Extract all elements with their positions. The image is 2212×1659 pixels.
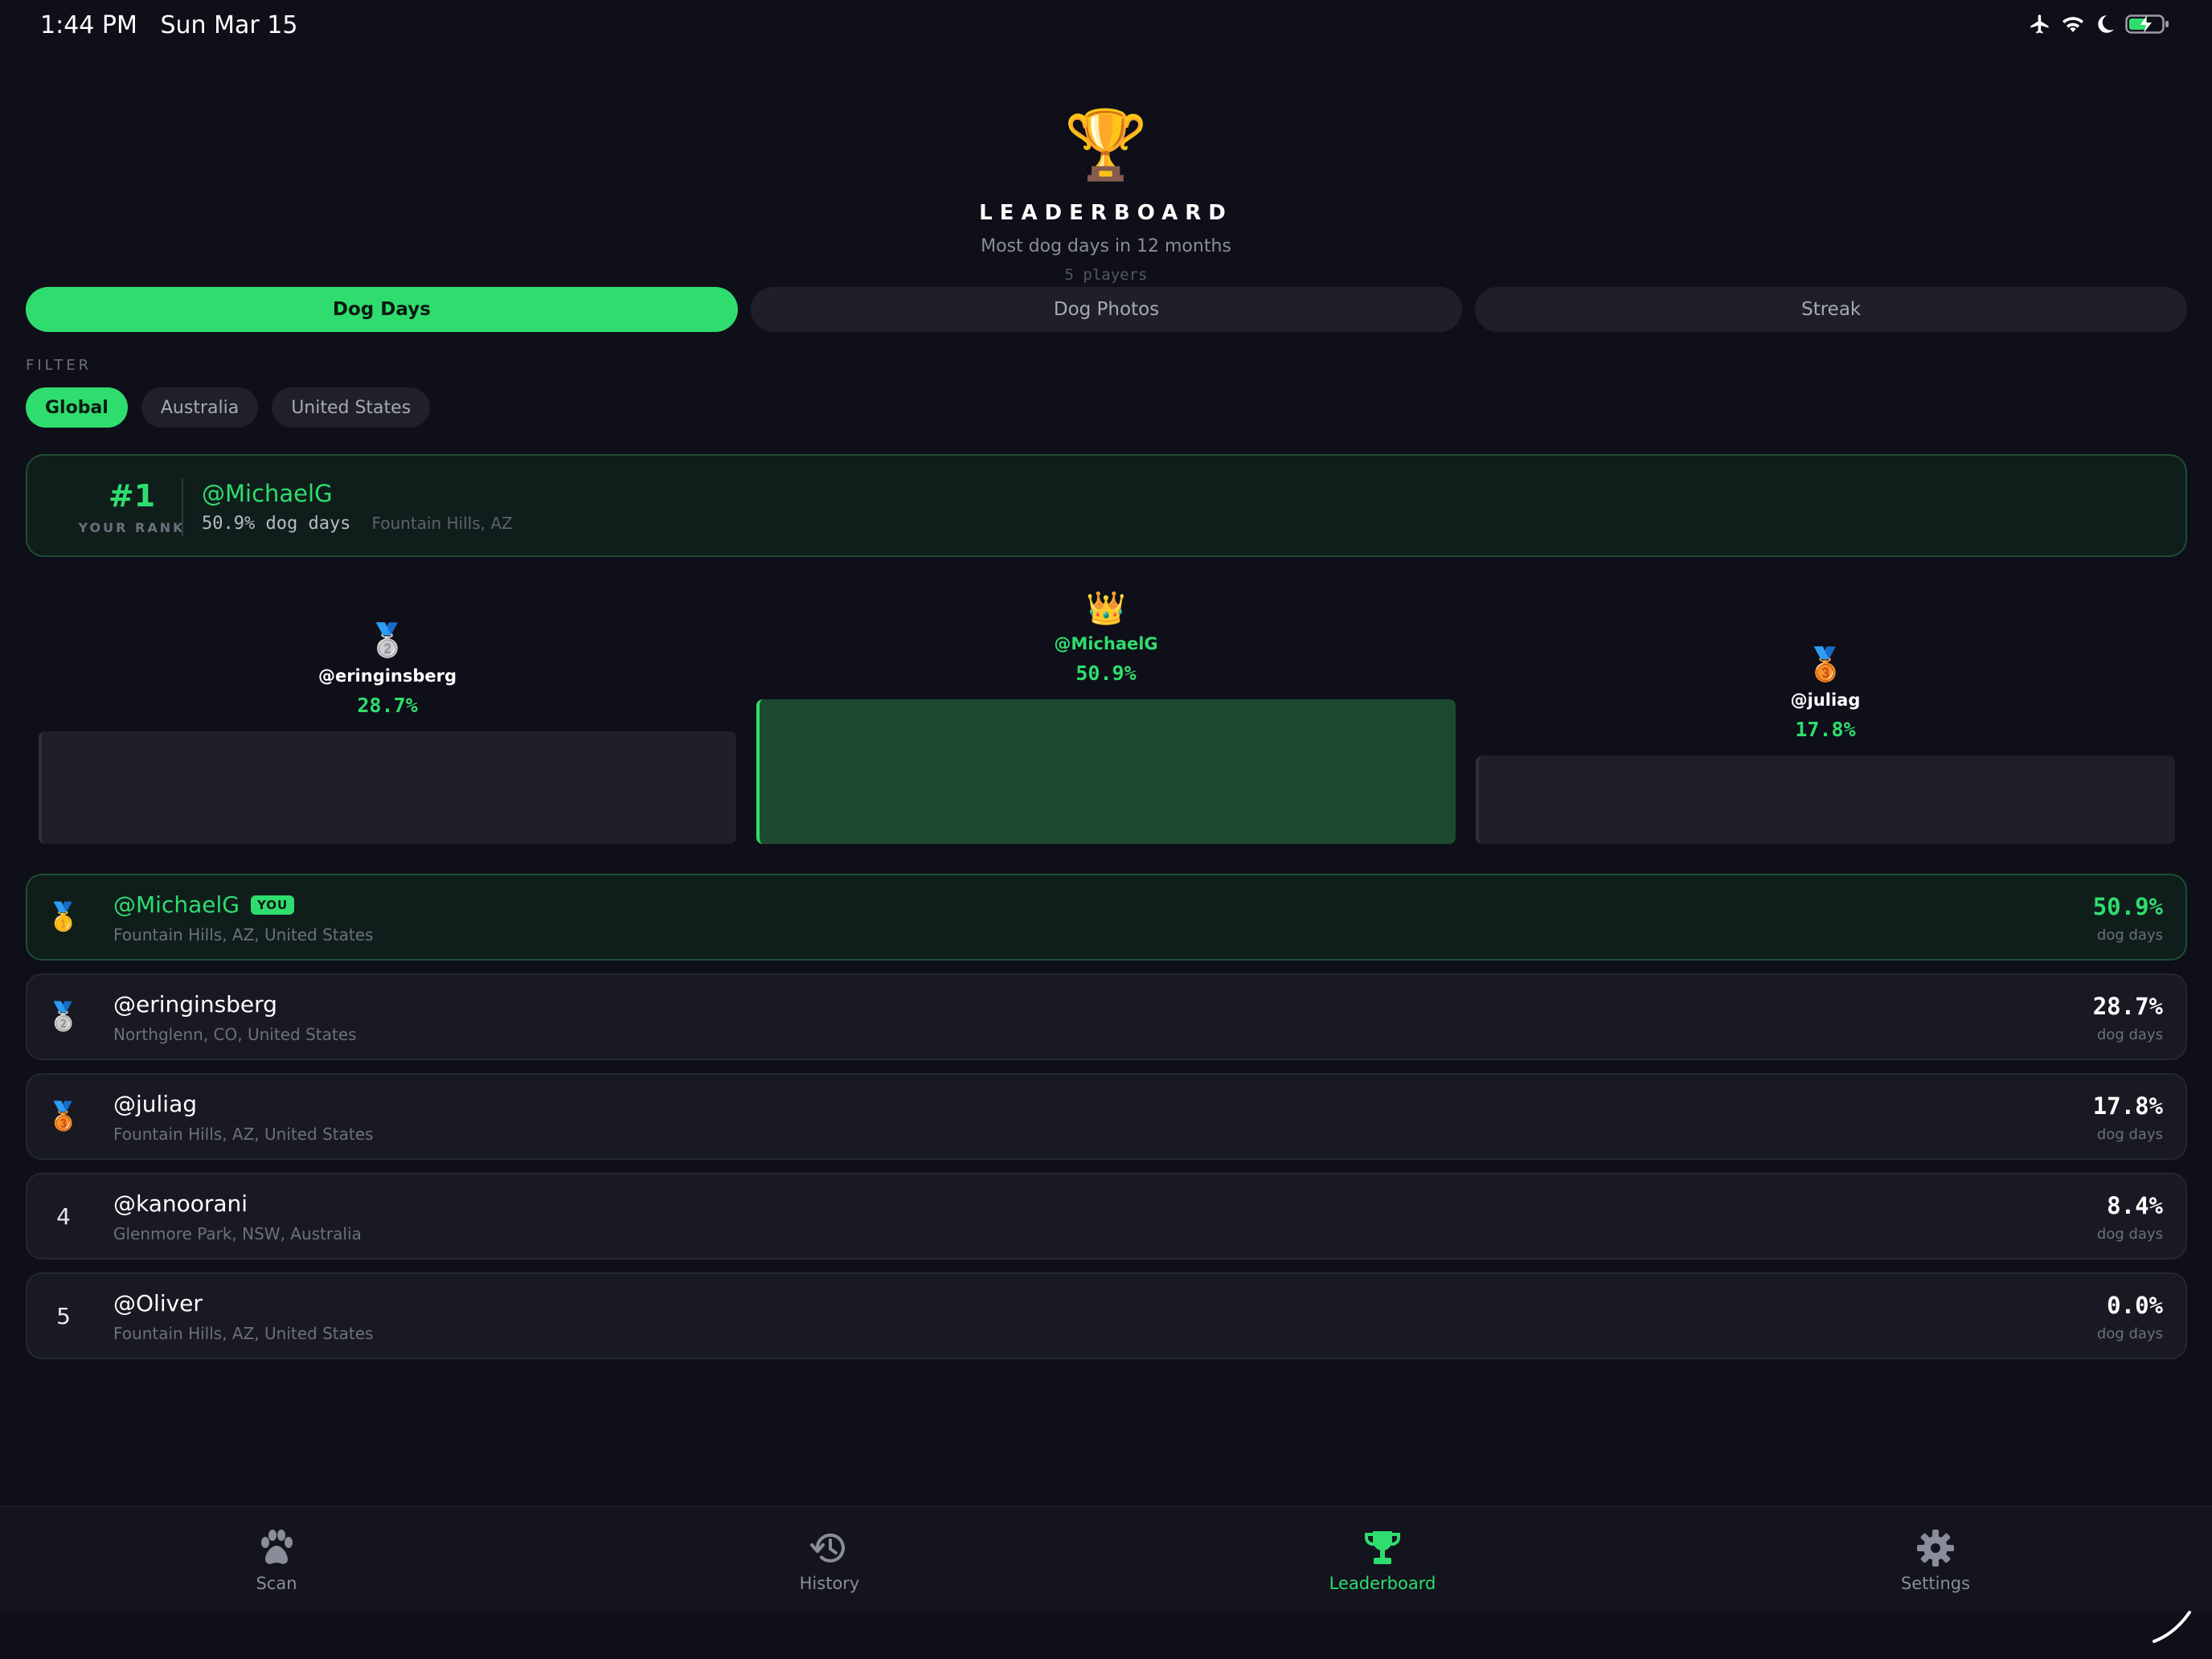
tab-scan[interactable]: Scan bbox=[0, 1507, 553, 1613]
row-value: 0.0% bbox=[2107, 1292, 2163, 1319]
row-location: Fountain Hills, AZ, United States bbox=[113, 1124, 374, 1144]
trophy-icon bbox=[1362, 1527, 1403, 1569]
clock-time: 1:44 PM bbox=[40, 11, 137, 39]
row-value: 50.9% bbox=[2092, 893, 2163, 920]
podium-second[interactable]: 🥈 @eringinsberg 28.7% bbox=[39, 621, 736, 844]
your-rank-card: #1 YOUR RANK @MichaelG 50.9% dog days Fo… bbox=[26, 454, 2187, 557]
trophy-icon: 🏆 bbox=[1063, 105, 1149, 184]
tab-settings[interactable]: Settings bbox=[1659, 1507, 2212, 1613]
podium-bar bbox=[39, 731, 736, 844]
history-icon bbox=[809, 1527, 850, 1569]
tab-label: History bbox=[799, 1574, 860, 1593]
row-location: Fountain Hills, AZ, United States bbox=[113, 925, 374, 944]
tab-dog-days[interactable]: Dog Days bbox=[26, 287, 738, 332]
corner-indicator bbox=[2151, 1609, 2194, 1645]
podium-username: @eringinsberg bbox=[317, 666, 457, 686]
bottom-tab-bar: Scan History Leaderboard Settings bbox=[0, 1505, 2212, 1613]
table-row[interactable]: 4 @kanoorani Glenmore Park, NSW, Austral… bbox=[26, 1173, 2187, 1260]
status-icons bbox=[2029, 13, 2170, 39]
your-rank-meta: 50.9% dog days Fountain Hills, AZ bbox=[202, 514, 513, 534]
row-value: 28.7% bbox=[2092, 993, 2163, 1020]
filter-chip-united-states[interactable]: United States bbox=[272, 387, 431, 428]
row-username: @kanoorani bbox=[113, 1190, 248, 1217]
podium-username: @MichaelG bbox=[1054, 634, 1158, 653]
podium-bar bbox=[756, 699, 1456, 844]
filter-chip-global[interactable]: Global bbox=[26, 387, 128, 428]
ranking-list: 🥇 @MichaelG YOU Fountain Hills, AZ, Unit… bbox=[26, 874, 2187, 1372]
page-title: LEADERBOARD bbox=[979, 201, 1233, 225]
row-location: Fountain Hills, AZ, United States bbox=[113, 1324, 374, 1343]
table-row[interactable]: 5 @Oliver Fountain Hills, AZ, United Sta… bbox=[26, 1272, 2187, 1359]
row-unit: dog days bbox=[2096, 1226, 2163, 1243]
row-location: Northglenn, CO, United States bbox=[113, 1025, 357, 1044]
table-row[interactable]: 🥈 @eringinsberg Northglenn, CO, United S… bbox=[26, 973, 2187, 1060]
table-row[interactable]: 🥇 @MichaelG YOU Fountain Hills, AZ, Unit… bbox=[26, 874, 2187, 961]
silver-medal-icon: 🥈 bbox=[367, 622, 408, 659]
tab-label: Scan bbox=[256, 1574, 297, 1593]
row-value: 8.4% bbox=[2107, 1192, 2163, 1219]
row-location: Glenmore Park, NSW, Australia bbox=[113, 1224, 362, 1243]
silver-medal-icon: 🥈 bbox=[46, 1001, 81, 1033]
row-username: @eringinsberg bbox=[113, 991, 277, 1018]
podium: 🥈 @eringinsberg 28.7% 👑 @MichaelG 50.9% … bbox=[26, 579, 2187, 844]
your-username: @MichaelG bbox=[202, 480, 333, 507]
filter-label: FILTER bbox=[26, 357, 92, 374]
row-username: @juliag bbox=[113, 1091, 198, 1117]
row-unit: dog days bbox=[2096, 1126, 2163, 1143]
crown-icon: 👑 bbox=[1086, 590, 1126, 627]
leaderboard-header: 🏆 LEADERBOARD Most dog days in 12 months… bbox=[0, 104, 2212, 284]
podium-third[interactable]: 🥉 @juliag 17.8% bbox=[1476, 645, 2175, 844]
tab-label: Settings bbox=[1900, 1574, 1971, 1593]
moon-icon bbox=[2095, 14, 2116, 38]
podium-value: 50.9% bbox=[1075, 662, 1137, 685]
filter-chips: Global Australia United States bbox=[26, 387, 431, 428]
status-bar: 1:44 PM Sun Mar 15 bbox=[0, 0, 2212, 51]
tab-leaderboard[interactable]: Leaderboard bbox=[1106, 1507, 1659, 1613]
podium-value: 17.8% bbox=[1795, 718, 1856, 741]
podium-value: 28.7% bbox=[357, 694, 418, 717]
your-location: Fountain Hills, AZ bbox=[371, 514, 513, 533]
wifi-icon bbox=[2061, 14, 2085, 38]
row-unit: dog days bbox=[2096, 1325, 2163, 1342]
divider bbox=[182, 478, 183, 536]
row-username: @Oliver bbox=[113, 1290, 203, 1317]
status-time: 1:44 PM Sun Mar 15 bbox=[40, 11, 297, 39]
metric-tabs: Dog Days Dog Photos Streak bbox=[26, 287, 2188, 332]
podium-username: @juliag bbox=[1790, 690, 1861, 710]
your-rank-value: 50.9% dog days bbox=[202, 514, 351, 534]
row-unit: dog days bbox=[2096, 1026, 2163, 1043]
bronze-medal-icon: 🥉 bbox=[1805, 646, 1845, 683]
player-count: 5 players bbox=[1064, 266, 1148, 284]
gold-medal-icon: 🥇 bbox=[46, 901, 81, 933]
airplane-icon bbox=[2029, 13, 2051, 39]
page-subtitle: Most dog days in 12 months bbox=[981, 236, 1231, 256]
you-badge: YOU bbox=[250, 895, 295, 915]
tab-dog-photos[interactable]: Dog Photos bbox=[750, 287, 1463, 332]
row-rank: 5 bbox=[56, 1302, 71, 1329]
tab-label: Leaderboard bbox=[1329, 1574, 1436, 1593]
tab-history[interactable]: History bbox=[553, 1507, 1106, 1613]
clock-date: Sun Mar 15 bbox=[160, 11, 298, 39]
table-row[interactable]: 🥉 @juliag Fountain Hills, AZ, United Sta… bbox=[26, 1073, 2187, 1160]
tab-streak[interactable]: Streak bbox=[1475, 287, 2188, 332]
row-rank: 4 bbox=[56, 1202, 71, 1230]
filter-chip-australia[interactable]: Australia bbox=[141, 387, 259, 428]
row-value: 17.8% bbox=[2092, 1092, 2163, 1120]
row-username: @MichaelG bbox=[113, 891, 240, 918]
row-username-wrap: @MichaelG YOU bbox=[113, 891, 295, 918]
row-unit: dog days bbox=[2096, 927, 2163, 944]
bronze-medal-icon: 🥉 bbox=[46, 1100, 81, 1133]
podium-first[interactable]: 👑 @MichaelG 50.9% bbox=[756, 589, 1456, 844]
battery-charging-icon bbox=[2125, 13, 2170, 39]
gear-icon bbox=[1915, 1527, 1956, 1569]
paw-icon bbox=[256, 1527, 297, 1569]
podium-bar bbox=[1476, 756, 2175, 844]
